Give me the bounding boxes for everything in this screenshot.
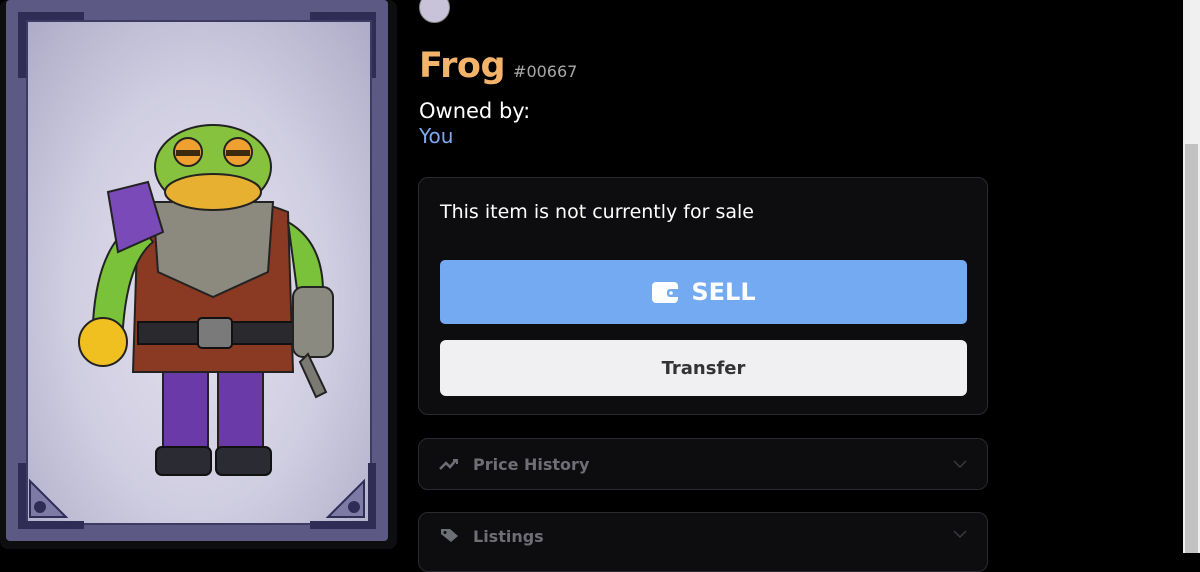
nft-image-card[interactable] xyxy=(0,0,397,549)
listings-label: Listings xyxy=(473,527,544,546)
sale-panel: This item is not currently for sale SELL… xyxy=(418,177,988,415)
trend-line-icon xyxy=(439,459,458,470)
scrollbar-thumb[interactable] xyxy=(1185,144,1198,553)
wallet-icon xyxy=(652,282,681,303)
token-id: #00667 xyxy=(513,62,578,81)
collection-avatar[interactable] xyxy=(419,0,450,23)
sell-button[interactable]: SELL xyxy=(440,260,967,324)
price-history-accordion[interactable]: Price History xyxy=(418,438,988,490)
price-history-label: Price History xyxy=(473,454,590,474)
chevron-down-icon[interactable] xyxy=(953,527,967,541)
card-background xyxy=(26,20,372,525)
chevron-down-icon[interactable] xyxy=(953,457,967,471)
owner-link[interactable]: You xyxy=(419,124,453,148)
sell-button-label: SELL xyxy=(691,278,756,306)
tag-icon xyxy=(441,529,458,542)
frog-character-image xyxy=(78,124,334,476)
sale-status-text: This item is not currently for sale xyxy=(440,201,754,223)
owned-by-label: Owned by: xyxy=(419,99,531,123)
listings-accordion[interactable]: Listings xyxy=(418,512,988,572)
transfer-button[interactable]: Transfer xyxy=(440,340,967,396)
ornament-icon xyxy=(18,463,84,529)
scrollbar-track[interactable] xyxy=(1183,0,1200,553)
ornament-icon xyxy=(310,463,376,529)
nft-title-row: Frog #00667 xyxy=(419,46,577,86)
nft-name: Frog xyxy=(419,46,506,86)
card-frame xyxy=(6,0,388,541)
